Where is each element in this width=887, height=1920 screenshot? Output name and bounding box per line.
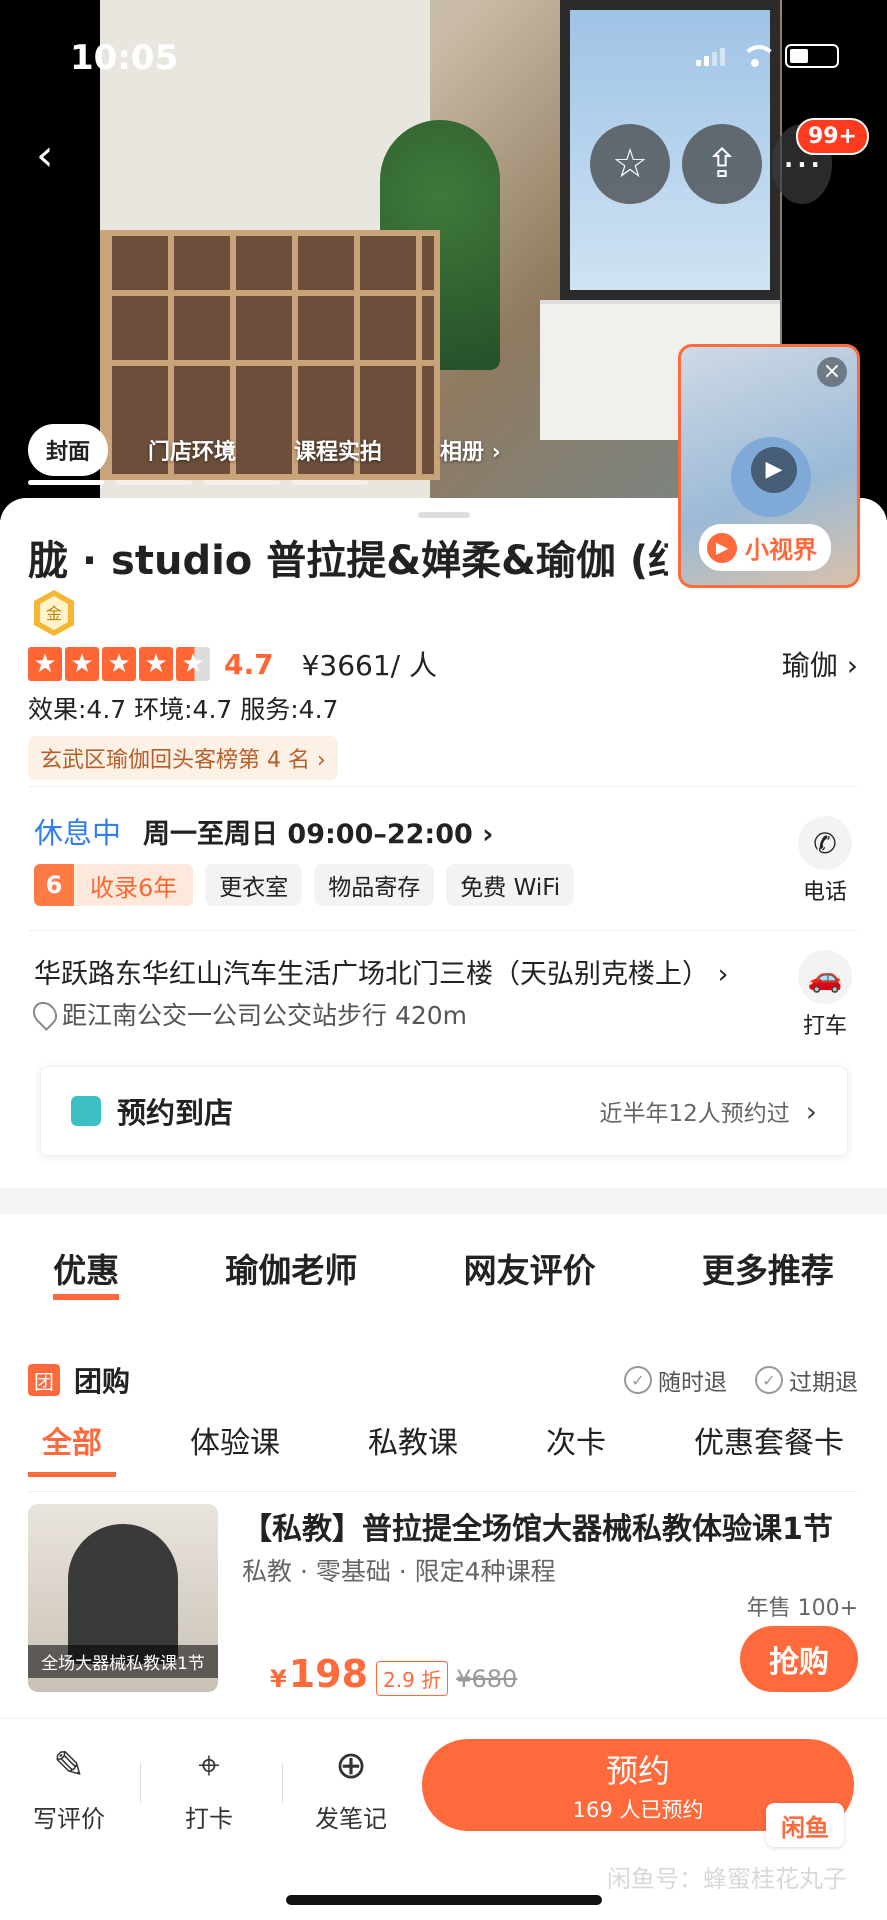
hero-tab-class[interactable]: 课程实拍 bbox=[276, 424, 400, 476]
notification-badge: 99+ bbox=[795, 118, 869, 155]
years-badge: 6 收录6年 bbox=[34, 864, 194, 906]
deal-price: 198 bbox=[288, 1652, 369, 1696]
tag-wifi: 免费 WiFi bbox=[446, 864, 575, 906]
business-hours[interactable]: 休息中 周一至周日 09:00–22:00 › bbox=[34, 810, 493, 852]
discount-badge: 2.9 折 bbox=[376, 1661, 449, 1696]
tag-locker-room: 更衣室 bbox=[205, 864, 303, 906]
original-price: ¥680 bbox=[456, 1665, 518, 1693]
category-link[interactable]: 瑜伽 › bbox=[782, 644, 858, 684]
hero-tab-store[interactable]: 门店环境 bbox=[130, 424, 254, 476]
taxi-button[interactable]: 🚗 打车 bbox=[795, 950, 855, 1040]
tab-teachers[interactable]: 瑜伽老师 bbox=[225, 1244, 357, 1300]
favorite-star-icon[interactable]: ☆ bbox=[590, 124, 670, 204]
rating-row: ★ ★ ★ ★ ★ 4.7 ¥3661/ 人 瑜伽 › bbox=[28, 644, 858, 684]
tab-more[interactable]: 更多推荐 bbox=[702, 1244, 834, 1300]
reserve-count: 169 人已预约 bbox=[572, 1798, 704, 1822]
signal-icon bbox=[696, 46, 725, 66]
deal-meta: 私教 · 零基础 · 限定4种课程 bbox=[242, 1557, 556, 1586]
thumbnail-caption: 全场大器械私教课1节 bbox=[28, 1645, 218, 1678]
mini-video-brand: ▶ 小视界 bbox=[699, 524, 831, 571]
watermark: 闲鱼号：蜂蜜桂花丸子 bbox=[607, 1865, 847, 1893]
checkin-button[interactable]: ⌖ 打卡 bbox=[154, 1741, 264, 1834]
hero-tab-cover[interactable]: 封面 bbox=[28, 424, 109, 476]
chevron-right-icon: › bbox=[805, 1094, 817, 1128]
phone-icon: ✆ bbox=[798, 816, 852, 870]
avg-price: ¥3661/ 人 bbox=[301, 649, 438, 682]
section-tabs: 优惠 瑜伽老师 网友评价 更多推荐 bbox=[0, 1244, 887, 1300]
status-time: 10:05 bbox=[70, 38, 179, 78]
star-icon: ★ bbox=[139, 647, 173, 681]
location-pin-icon: ⌖ bbox=[198, 1742, 220, 1787]
filter-pass[interactable]: 次卡 bbox=[532, 1418, 620, 1477]
filter-trial[interactable]: 体验课 bbox=[176, 1418, 294, 1477]
facility-tags: 6 收录6年 更衣室 物品寄存 免费 WiFi bbox=[34, 864, 575, 906]
drag-handle[interactable] bbox=[418, 512, 470, 518]
battery-icon bbox=[785, 44, 839, 68]
half-star-icon: ★ bbox=[176, 647, 210, 681]
filter-private[interactable]: 私教课 bbox=[354, 1418, 472, 1477]
mini-video-player[interactable]: × ▶ ▶ 小视界 bbox=[678, 344, 860, 588]
write-review-button[interactable]: ✎ 写评价 bbox=[14, 1741, 124, 1834]
gold-medal-icon: 金 bbox=[34, 590, 74, 636]
back-icon[interactable]: ‹ bbox=[36, 130, 76, 181]
rating-score: 4.7 bbox=[224, 647, 274, 681]
home-indicator[interactable] bbox=[286, 1895, 602, 1905]
play-logo-icon: ▶ bbox=[707, 532, 737, 563]
open-status: 休息中 bbox=[34, 816, 122, 850]
booking-card[interactable]: 预约到店 近半年12人预约过 › bbox=[40, 1066, 848, 1156]
xianyu-logo: 闲鱼 bbox=[766, 1803, 844, 1847]
filter-package[interactable]: 优惠套餐卡 bbox=[680, 1418, 858, 1477]
close-icon[interactable]: × bbox=[817, 357, 847, 387]
rank-badge[interactable]: 玄武区瑜伽回头客榜第 4 名 › bbox=[28, 736, 338, 780]
group-buy-icon: 团 bbox=[28, 1364, 60, 1396]
phone-button[interactable]: ✆ 电话 bbox=[795, 816, 855, 906]
deal-price-row: ¥ 198 2.9 折 ¥680 bbox=[270, 1652, 518, 1696]
bottom-action-bar: ✎ 写评价 ⌖ 打卡 ⊕ 发笔记 预约 169 人已预约 闲鱼 闲鱼号：蜂蜜桂花… bbox=[0, 1718, 887, 1920]
check-icon: ✓ bbox=[624, 1366, 652, 1394]
star-icon: ★ bbox=[28, 647, 62, 681]
tab-deals[interactable]: 优惠 bbox=[53, 1244, 120, 1300]
buy-button[interactable]: 抢购 bbox=[740, 1626, 858, 1692]
deal-name: 【私教】普拉提全场馆大器械私教体验课1节 bbox=[242, 1512, 833, 1547]
wifi-icon bbox=[741, 45, 777, 67]
shop-detail-page: 封面 门店环境 课程实拍 相册 › 10:05 ‹ ☆ ⇪ ⋯ 99+ × ▶ … bbox=[0, 0, 887, 1920]
star-icon: ★ bbox=[65, 647, 99, 681]
svg-text:金: 金 bbox=[46, 604, 62, 623]
play-icon[interactable]: ▶ bbox=[751, 447, 797, 493]
calendar-icon bbox=[71, 1096, 101, 1126]
status-bar: 10:05 bbox=[0, 0, 887, 110]
edit-icon: ✎ bbox=[53, 1743, 85, 1787]
deal-item[interactable]: 全场大器械私教课1节 【私教】普拉提全场馆大器械私教体验课1节 私教 · 零基础… bbox=[28, 1504, 858, 1696]
location-pin-icon bbox=[28, 997, 62, 1031]
deal-filter-tabs: 全部 体验课 私教课 次卡 优惠套餐卡 bbox=[28, 1418, 858, 1492]
share-icon[interactable]: ⇪ bbox=[682, 124, 762, 204]
post-note-button[interactable]: ⊕ 发笔记 bbox=[296, 1741, 406, 1834]
booking-count: 近半年12人预约过 bbox=[599, 1101, 790, 1127]
deal-sold: 年售 100+ bbox=[746, 1596, 858, 1621]
filter-all[interactable]: 全部 bbox=[28, 1418, 116, 1477]
tag-storage: 物品寄存 bbox=[314, 864, 435, 906]
distance-info: 距江南公交一公司公交站步行 420m bbox=[28, 996, 467, 1032]
sub-scores: 效果:4.7 环境:4.7 服务:4.7 bbox=[28, 695, 339, 724]
deal-thumbnail: 全场大器械私教课1节 bbox=[28, 1504, 218, 1692]
group-buy-header: 团 团购 ✓ 随时退 ✓ 过期退 bbox=[28, 1360, 858, 1400]
address-link[interactable]: 华跃路东华红山汽车生活广场北门三楼（天弘别克楼上） › bbox=[34, 952, 754, 991]
hero-progress bbox=[28, 480, 368, 485]
assurance-list: ✓ 随时退 ✓ 过期退 bbox=[624, 1363, 858, 1397]
group-buy-title: 团购 bbox=[74, 1365, 131, 1398]
shop-info-card: 胧 · studio 普拉提&婵柔&瑜伽 (红 金 ★ ★ ★ ★ ★ 4.7 … bbox=[0, 498, 887, 1198]
tab-reviews[interactable]: 网友评价 bbox=[464, 1244, 596, 1300]
star-rating: ★ ★ ★ ★ ★ bbox=[28, 647, 210, 681]
star-icon: ★ bbox=[102, 647, 136, 681]
shop-title: 胧 · studio 普拉提&婵柔&瑜伽 (红 bbox=[28, 538, 668, 584]
hours-text: 周一至周日 09:00–22:00 › bbox=[143, 818, 494, 850]
check-icon: ✓ bbox=[755, 1366, 783, 1394]
car-icon: 🚗 bbox=[798, 950, 852, 1004]
hero-tab-album[interactable]: 相册 › bbox=[422, 424, 519, 476]
camera-plus-icon: ⊕ bbox=[335, 1743, 367, 1787]
hero-tabs: 封面 门店环境 课程实拍 相册 › bbox=[28, 424, 519, 476]
booking-label: 预约到店 bbox=[117, 1096, 234, 1130]
